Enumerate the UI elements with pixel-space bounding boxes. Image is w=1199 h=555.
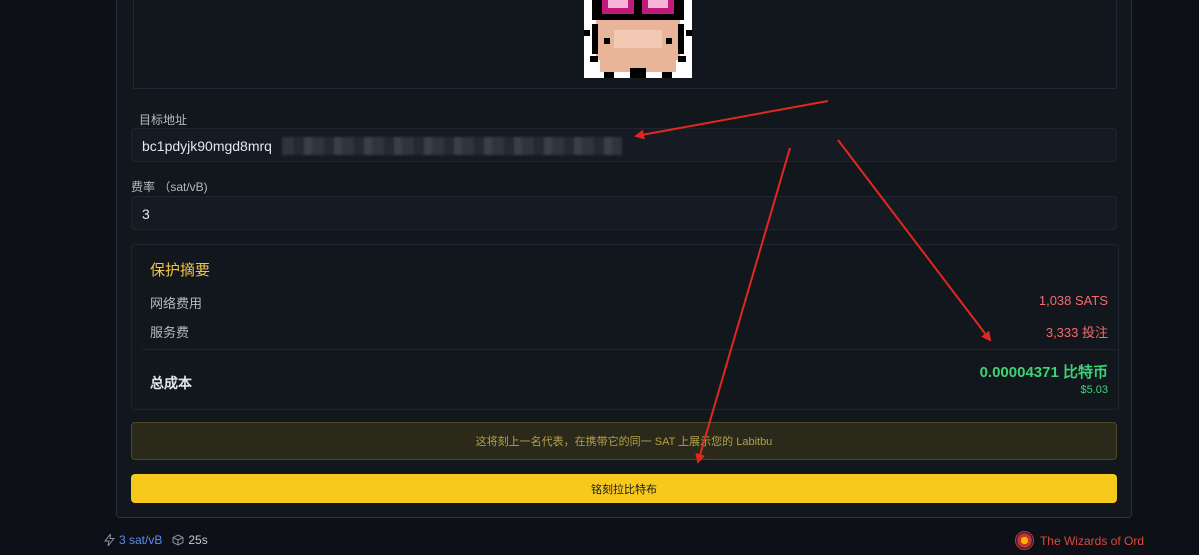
page: 目标地址 bc1pdyjk90mgd8mrq 费率 （sat/vB) 3 保护摘… bbox=[0, 0, 1199, 555]
network-fee-value: 1,038 SATS bbox=[1038, 293, 1108, 308]
target-address-value: bc1pdyjk90mgd8mrq bbox=[142, 138, 272, 154]
redacted-address-blur bbox=[282, 137, 622, 155]
target-address-input[interactable]: bc1pdyjk90mgd8mrq bbox=[131, 128, 1117, 162]
fee-rate-input[interactable]: 3 bbox=[131, 196, 1117, 230]
network-fee-label: 网络费用 bbox=[150, 296, 203, 311]
summary-divider bbox=[142, 349, 1118, 350]
target-address-label: 目标地址 bbox=[139, 113, 188, 127]
total-cost-usd: $5.03 bbox=[1080, 384, 1108, 396]
brand-name: The Wizards of Ord bbox=[1039, 533, 1144, 548]
brand-link[interactable]: The Wizards of Ord bbox=[1014, 531, 1144, 550]
labitbu-pixel-art-image bbox=[584, 0, 692, 78]
preview-frame bbox=[133, 0, 1117, 89]
inscription-panel: 目标地址 bc1pdyjk90mgd8mrq 费率 （sat/vB) 3 保护摘… bbox=[116, 0, 1132, 518]
inscription-notice: 这将刻上一名代表，在携带它的同一 SAT 上展示您的 Labitbu bbox=[131, 422, 1117, 460]
fee-rate-label: 费率 （sat/vB) bbox=[131, 180, 208, 194]
inscribe-button[interactable]: 铭刻拉比特布 bbox=[131, 474, 1117, 503]
fee-rate-link[interactable]: 3 sat/vB bbox=[119, 533, 162, 547]
fee-rate-value: 3 bbox=[142, 206, 150, 222]
network-status: 3 sat/vB 25s bbox=[104, 533, 208, 547]
service-fee-label: 服务费 bbox=[150, 325, 190, 340]
total-cost-label: 总成本 bbox=[150, 375, 192, 391]
service-fee-value: 3,333 投注 bbox=[1045, 325, 1108, 340]
total-cost-btc: 0.00004371 比特币 bbox=[979, 364, 1108, 381]
cube-icon bbox=[172, 534, 184, 546]
protection-summary: 保护摘要 网络费用 1,038 SATS 服务费 3,333 投注 总成本 0.… bbox=[131, 244, 1119, 410]
summary-title: 保护摘要 bbox=[150, 262, 211, 279]
wizard-logo-icon bbox=[1014, 531, 1034, 550]
lightning-icon bbox=[104, 534, 115, 546]
block-time: 25s bbox=[188, 533, 208, 547]
status-footer: 3 sat/vB 25s The Wizards of Ord bbox=[0, 527, 1199, 555]
